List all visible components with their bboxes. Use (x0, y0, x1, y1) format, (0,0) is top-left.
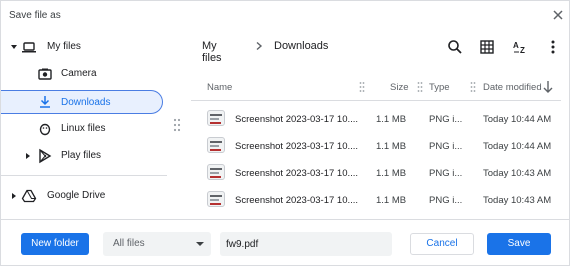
file-size: 1.1 MB (376, 114, 407, 125)
play-store-icon (37, 148, 53, 164)
file-date: Today 10:43 AM (483, 195, 552, 206)
caret-down-icon (196, 242, 204, 246)
column-resize-icon[interactable] (417, 81, 423, 93)
linux-penguin-icon (37, 121, 53, 137)
sidebar-divider (1, 175, 167, 176)
svg-text:A: A (513, 41, 519, 50)
dialog-title: Save file as (9, 10, 61, 21)
save-button[interactable]: Save (487, 233, 551, 255)
sidebar-item-downloads[interactable]: Downloads (1, 90, 163, 114)
sidebar-item-my-files[interactable]: My files (1, 36, 165, 58)
table-row[interactable]: Screenshot 2023-03-17 10.... 1.1 MB PNG … (201, 160, 555, 186)
title-bar: Save file as (1, 1, 569, 31)
table-row[interactable]: Screenshot 2023-03-17 10.... 1.1 MB PNG … (201, 106, 555, 132)
sidebar-item-label: Google Drive (47, 190, 106, 201)
column-header-name[interactable]: Name (207, 82, 232, 93)
file-list-header: Name Size Type Date modified (191, 73, 561, 101)
file-name: Screenshot 2023-03-17 10.... (235, 195, 359, 206)
image-file-icon (207, 191, 225, 207)
file-name: Screenshot 2023-03-17 10.... (235, 114, 359, 125)
chevron-right-icon[interactable] (23, 151, 33, 161)
sidebar-item-label: Camera (61, 68, 97, 79)
image-file-icon (207, 137, 225, 153)
breadcrumb-current[interactable]: Downloads (274, 40, 328, 52)
column-resize-icon[interactable] (470, 81, 476, 93)
file-list-panel: My files Downloads AZ Name Size Type Dat… (191, 31, 569, 219)
file-date: Today 10:44 AM (483, 114, 552, 125)
sidebar-item-label: My files (47, 41, 81, 52)
file-size: 1.1 MB (376, 141, 407, 152)
chevron-right-icon (254, 41, 264, 51)
table-row[interactable]: Screenshot 2023-03-17 10.... 1.1 MB PNG … (201, 133, 555, 159)
file-type: PNG i... (429, 195, 463, 206)
column-header-size[interactable]: Size (390, 82, 408, 93)
close-icon[interactable] (550, 7, 566, 23)
image-file-icon (207, 110, 225, 126)
sidebar: My files Camera Downloads Linux files Pl… (1, 31, 167, 219)
table-row[interactable]: Screenshot 2023-03-17 10.... 1.1 MB PNG … (201, 187, 555, 213)
file-type-value: All files (113, 238, 145, 249)
chevron-right-icon[interactable] (9, 191, 19, 201)
breadcrumb-parent[interactable]: My files (202, 40, 222, 64)
column-resize-icon[interactable] (359, 81, 365, 93)
file-name: Screenshot 2023-03-17 10.... (235, 141, 359, 152)
file-name: Screenshot 2023-03-17 10.... (235, 168, 359, 179)
footer-divider (1, 219, 569, 220)
sidebar-item-label: Play files (61, 150, 102, 161)
file-type: PNG i... (429, 141, 463, 152)
sidebar-item-camera[interactable]: Camera (1, 63, 165, 85)
filename-input[interactable] (220, 232, 392, 256)
save-file-dialog: Save file as My files Camera Downloads L… (0, 0, 570, 266)
file-date: Today 10:44 AM (483, 141, 552, 152)
image-file-icon (207, 164, 225, 180)
chevron-down-icon[interactable] (9, 42, 19, 52)
sidebar-item-label: Downloads (61, 97, 111, 108)
camera-folder-icon (37, 66, 53, 82)
download-icon (37, 94, 53, 110)
laptop-icon (21, 39, 37, 55)
search-icon[interactable] (446, 38, 464, 56)
column-header-date-modified[interactable]: Date modified (483, 82, 542, 93)
new-folder-button[interactable]: New folder (21, 233, 89, 255)
google-drive-icon (21, 188, 37, 204)
file-type-select[interactable]: All files (103, 232, 211, 256)
cancel-button[interactable]: Cancel (410, 233, 474, 255)
sidebar-item-label: Linux files (61, 123, 106, 134)
file-type: PNG i... (429, 114, 463, 125)
svg-text:Z: Z (520, 46, 525, 55)
resize-handle-icon[interactable] (173, 117, 181, 133)
sidebar-item-play-files[interactable]: Play files (1, 145, 165, 167)
sidebar-item-linux-files[interactable]: Linux files (1, 118, 165, 140)
grid-view-icon[interactable] (478, 38, 496, 56)
file-date: Today 10:43 AM (483, 168, 552, 179)
more-vert-icon[interactable] (544, 38, 562, 56)
file-size: 1.1 MB (376, 168, 407, 179)
sort-az-icon[interactable]: AZ (511, 38, 529, 56)
arrow-down-icon[interactable] (542, 80, 554, 94)
file-type: PNG i... (429, 168, 463, 179)
file-size: 1.1 MB (376, 195, 407, 206)
column-header-type[interactable]: Type (429, 82, 450, 93)
sidebar-item-google-drive[interactable]: Google Drive (1, 185, 165, 207)
